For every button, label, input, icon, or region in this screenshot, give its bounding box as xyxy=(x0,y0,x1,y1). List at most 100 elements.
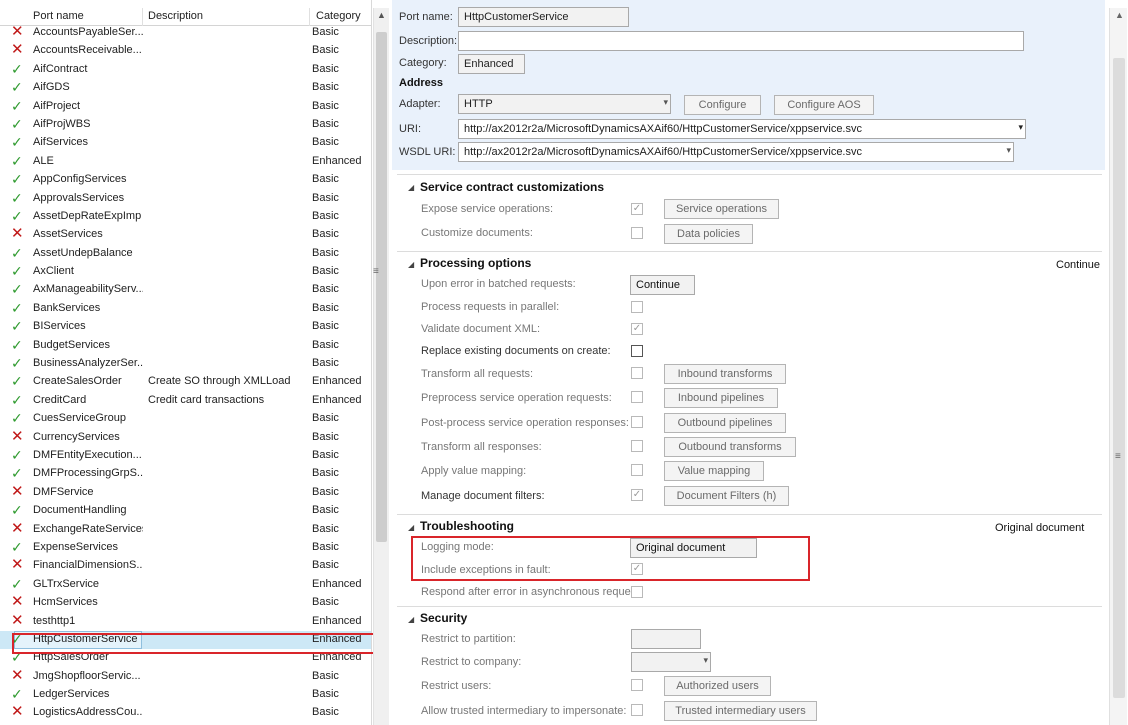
category-cell[interactable]: Basic xyxy=(312,302,339,314)
category-cell[interactable]: Basic xyxy=(312,504,339,516)
port-name-cell[interactable]: AifProject xyxy=(33,100,143,112)
port-name-cell[interactable]: CreateSalesOrder xyxy=(33,375,143,387)
inbound-transforms-button[interactable]: Inbound transforms xyxy=(664,364,786,384)
table-row[interactable]: ✕ JmgShopfloorServic... Basic xyxy=(0,668,371,686)
category-cell[interactable]: Basic xyxy=(312,247,339,259)
category-cell[interactable]: Enhanced xyxy=(312,394,362,406)
category-cell[interactable]: Basic xyxy=(312,559,339,571)
category-cell[interactable]: Basic xyxy=(312,100,339,112)
category-cell[interactable]: Basic xyxy=(312,357,339,369)
transform-requests-checkbox[interactable] xyxy=(631,367,643,379)
port-name-cell[interactable]: AifServices xyxy=(33,136,143,148)
category-cell[interactable]: Basic xyxy=(312,467,339,479)
table-row[interactable]: ✓ AxClient Basic xyxy=(0,263,371,281)
category-cell[interactable]: Basic xyxy=(312,228,339,240)
category-cell[interactable]: Basic xyxy=(312,118,339,130)
category-cell[interactable]: Enhanced xyxy=(312,375,362,387)
table-row[interactable]: ✓ LedgerServices Basic xyxy=(0,686,371,704)
document-filters-checkbox[interactable]: ✓ xyxy=(631,489,643,501)
category-cell[interactable]: Enhanced xyxy=(312,615,362,627)
category-cell[interactable]: Basic xyxy=(312,192,339,204)
port-name-cell[interactable]: AxManageabilityServ... xyxy=(33,283,143,295)
category-cell[interactable]: Basic xyxy=(312,26,339,38)
restrict-company-dropdown[interactable]: ▾ xyxy=(631,652,711,672)
wsdl-uri-dropdown[interactable]: http://ax2012r2a/MicrosoftDynamicsAXAif6… xyxy=(458,142,1014,162)
table-row[interactable]: ✕ testhttp1 Enhanced xyxy=(0,613,371,631)
table-row[interactable]: ✕ FinancialDimensionS... Basic xyxy=(0,557,371,575)
table-row[interactable]: ✕ DMFService Basic xyxy=(0,484,371,502)
category-cell[interactable]: Basic xyxy=(312,136,339,148)
port-name-cell[interactable]: DMFEntityExecution... xyxy=(33,449,143,461)
collapse-triangle-icon[interactable]: ◢ xyxy=(408,523,414,532)
configure-aos-button[interactable]: Configure AOS xyxy=(774,95,874,115)
outbound-pipelines-button[interactable]: Outbound pipelines xyxy=(664,413,786,433)
port-name-cell[interactable]: HcmServices xyxy=(33,596,143,608)
table-row[interactable]: ✓ DMFProcessingGrpS... Basic xyxy=(0,465,371,483)
category-cell[interactable]: Basic xyxy=(312,541,339,553)
section-title-security[interactable]: Security xyxy=(420,611,467,625)
category-field[interactable]: Enhanced xyxy=(458,54,525,74)
table-row[interactable]: ✓ BudgetServices Basic xyxy=(0,337,371,355)
table-row[interactable]: ✓ CreditCard Credit card transactions Enhan… xyxy=(0,392,371,410)
respond-after-error-checkbox[interactable] xyxy=(631,586,643,598)
table-row-selected[interactable]: ✓ HttpCustomerService Enhanced xyxy=(0,630,371,650)
collapse-triangle-icon[interactable]: ◢ xyxy=(408,260,414,269)
port-name-cell[interactable]: JmgShopfloorServic... xyxy=(33,670,143,682)
form-scrollbar[interactable]: ▲ ≡ xyxy=(1109,8,1127,725)
column-header-category[interactable]: Category xyxy=(316,10,361,22)
category-cell[interactable]: Enhanced xyxy=(312,155,362,167)
port-name-cell[interactable]: BusinessAnalyzerSer... xyxy=(33,357,143,369)
table-row[interactable]: ✓ AifContract Basic xyxy=(0,61,371,79)
category-cell[interactable]: Basic xyxy=(312,44,339,56)
port-name-cell[interactable]: DMFProcessingGrpS... xyxy=(33,467,143,479)
uri-dropdown[interactable]: http://ax2012r2a/MicrosoftDynamicsAXAif6… xyxy=(458,119,1026,139)
port-name-cell[interactable]: ApprovalsServices xyxy=(33,192,143,204)
category-cell[interactable]: Basic xyxy=(312,523,339,535)
category-cell[interactable]: Basic xyxy=(312,81,339,93)
table-row[interactable]: ✓ ExpenseServices Basic xyxy=(0,539,371,557)
postprocess-checkbox[interactable] xyxy=(631,416,643,428)
table-row[interactable]: ✕ CurrencyServices Basic xyxy=(0,429,371,447)
description-cell[interactable]: Create SO through XMLLoad xyxy=(148,375,290,387)
port-name-cell[interactable]: FinancialDimensionS... xyxy=(33,559,143,571)
port-name-cell[interactable]: LedgerServices xyxy=(33,688,143,700)
inbound-pipelines-button[interactable]: Inbound pipelines xyxy=(664,388,778,408)
port-name-cell[interactable]: AppConfigServices xyxy=(33,173,143,185)
table-row[interactable]: ✓ CuesServiceGroup Basic xyxy=(0,410,371,428)
table-row[interactable]: ✓ AifProject Basic xyxy=(0,98,371,116)
configure-button[interactable]: Configure xyxy=(684,95,761,115)
port-name-cell[interactable]: AssetDepRateExpImp xyxy=(33,210,143,222)
port-name-cell[interactable]: CurrencyServices xyxy=(33,431,143,443)
table-row[interactable]: ✕ LogisticsAddressCou... Basic xyxy=(0,704,371,722)
collapse-triangle-icon[interactable]: ◢ xyxy=(408,183,414,192)
category-cell[interactable]: Basic xyxy=(312,210,339,222)
port-name-cell[interactable]: HttpCustomerService xyxy=(33,633,143,645)
port-name-cell[interactable]: HttpSalesOrder xyxy=(33,651,143,663)
table-row[interactable]: ✓ AssetUndepBalance Basic xyxy=(0,245,371,263)
table-row[interactable]: ✓ AssetDepRateExpImp Basic xyxy=(0,208,371,226)
table-row[interactable]: ✓ DocumentHandling Basic xyxy=(0,502,371,520)
category-cell[interactable]: Basic xyxy=(312,486,339,498)
category-cell[interactable]: Basic xyxy=(312,63,339,75)
port-name-cell[interactable]: AccountsPayableSer... xyxy=(33,26,143,38)
category-cell[interactable]: Basic xyxy=(312,320,339,332)
table-row[interactable]: ✕ HcmServices Basic xyxy=(0,594,371,612)
table-row[interactable]: ✓ ALE Enhanced xyxy=(0,153,371,171)
table-row[interactable]: ✓ GLTrxService Enhanced xyxy=(0,576,371,594)
table-row[interactable]: ✓ AifGDS Basic xyxy=(0,79,371,97)
restrict-partition-field[interactable] xyxy=(631,629,701,649)
port-name-cell[interactable]: LogisticsAddressCou... xyxy=(33,706,143,718)
section-title-service-contract[interactable]: Service contract customizations xyxy=(420,180,604,194)
transform-responses-checkbox[interactable] xyxy=(631,440,643,452)
port-name-cell[interactable]: BudgetServices xyxy=(33,339,143,351)
port-name-cell[interactable]: ALE xyxy=(33,155,143,167)
value-mapping-checkbox[interactable] xyxy=(631,464,643,476)
table-row[interactable]: ✓ DMFEntityExecution... Basic xyxy=(0,447,371,465)
category-cell[interactable]: Basic xyxy=(312,339,339,351)
category-cell[interactable]: Enhanced xyxy=(312,578,362,590)
port-name-cell[interactable]: ExpenseServices xyxy=(33,541,143,553)
port-name-cell[interactable]: CuesServiceGroup xyxy=(33,412,143,424)
scroll-up-icon[interactable]: ▲ xyxy=(377,10,386,20)
port-name-cell[interactable]: AxClient xyxy=(33,265,143,277)
table-row[interactable]: ✓ AppConfigServices Basic xyxy=(0,171,371,189)
